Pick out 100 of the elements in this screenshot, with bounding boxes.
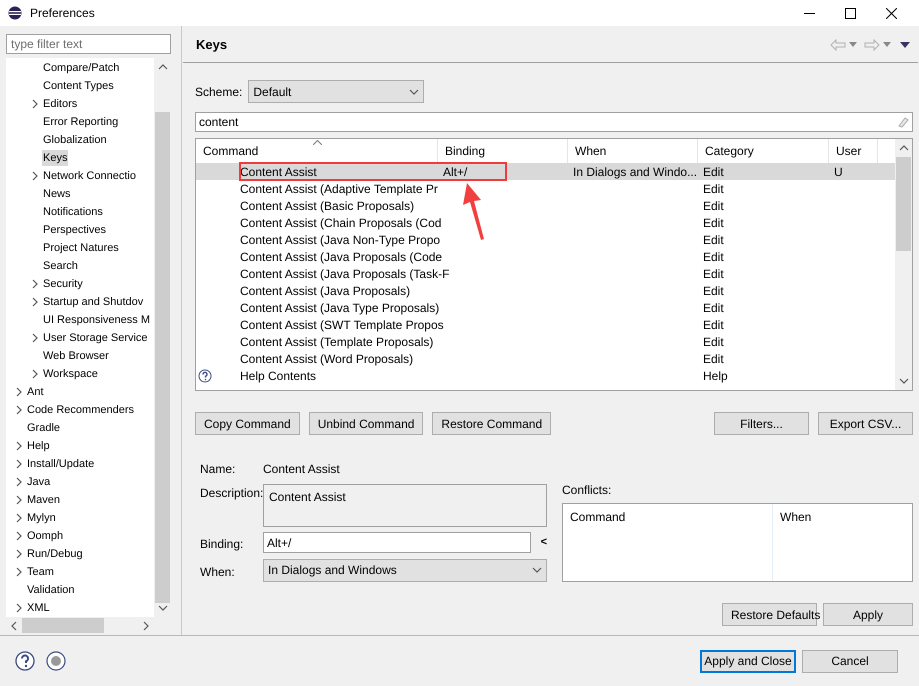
- table-row[interactable]: Content Assist (Java Proposals (Task-F Edit: [196, 265, 895, 282]
- button[interactable]: Restore Command: [432, 412, 552, 435]
- arrow-drawing: [461, 181, 487, 241]
- when-label: When:: [199, 564, 236, 580]
- tree-item[interactable]: Team: [26, 564, 55, 580]
- table-cell-text: Edit: [703, 300, 724, 316]
- tree-item[interactable]: XML: [26, 600, 51, 616]
- button[interactable]: Export CSV...: [818, 412, 913, 435]
- tree-item[interactable]: UI Responsiveness M: [42, 312, 151, 328]
- tree-item[interactable]: Validation: [26, 582, 76, 598]
- table-row[interactable]: Content Assist (Java Proposals (Code Edit: [196, 248, 895, 265]
- scheme-label: Scheme:: [195, 84, 242, 100]
- view-menu-icon[interactable]: [900, 42, 910, 48]
- dropdown-arrow-icon[interactable]: [849, 42, 857, 47]
- table-row[interactable]: Content Assist (Java Non-Type Propo Edit: [196, 231, 895, 248]
- table-cell-text: Edit: [703, 198, 724, 214]
- button[interactable]: Apply: [823, 603, 913, 626]
- tree-item[interactable]: Java: [26, 474, 52, 490]
- scrollbar-thumb[interactable]: [155, 112, 170, 604]
- tree-item[interactable]: Web Browser: [42, 348, 110, 364]
- tree-item[interactable]: User Storage Service: [42, 330, 149, 346]
- button[interactable]: Cancel: [802, 650, 898, 672]
- table-row[interactable]: Content Assist (Adaptive Template Pr Edit: [196, 180, 895, 197]
- binding-menu-button[interactable]: <: [540, 534, 547, 551]
- table-cell-text: Edit: [703, 334, 724, 350]
- tree-item[interactable]: Content Types: [42, 78, 115, 94]
- back-arrow-icon[interactable]: [830, 38, 846, 50]
- close-icon[interactable]: [886, 8, 897, 18]
- tree-item[interactable]: Install/Update: [26, 456, 96, 472]
- table-row[interactable]: Content Assist (SWT Template Propos Edit: [196, 316, 895, 333]
- column-header[interactable]: Command: [563, 504, 773, 581]
- help-icon: [198, 368, 212, 382]
- help-icon[interactable]: [15, 651, 35, 671]
- tree-item[interactable]: Network Connectio: [42, 168, 137, 184]
- column-header[interactable]: When: [773, 504, 818, 581]
- app-logo-icon: [8, 6, 22, 20]
- tree-item[interactable]: Compare/Patch: [42, 60, 120, 76]
- tree-item[interactable]: Notifications: [42, 204, 104, 220]
- window-title: Preferences: [30, 5, 95, 22]
- tree-item[interactable]: Code Recommenders: [26, 402, 135, 418]
- description-field[interactable]: Content Assist: [263, 484, 547, 526]
- button[interactable]: Copy Command: [195, 412, 300, 435]
- chevron-icon: [158, 62, 168, 72]
- scrollbar-thumb[interactable]: [22, 618, 104, 633]
- description-label: Description:: [199, 484, 263, 502]
- table-row[interactable]: Content Assist (Java Type Proposals) Edit: [196, 299, 895, 316]
- tree-item[interactable]: Gradle: [26, 420, 62, 436]
- forward-arrow-icon[interactable]: [864, 38, 880, 50]
- tree-item[interactable]: Workspace: [42, 366, 99, 382]
- tree-item[interactable]: Maven: [26, 492, 62, 508]
- table-row[interactable]: Content Assist (Word Proposals) Edit: [196, 350, 895, 367]
- record-icon[interactable]: [46, 651, 66, 671]
- tree-item[interactable]: Search: [42, 258, 79, 274]
- chevron-icon: [9, 620, 19, 630]
- button[interactable]: Filters...: [714, 412, 809, 435]
- table-row[interactable]: Content Assist (Java Proposals) Edit: [196, 282, 895, 299]
- table-row[interactable]: Content Assist (Template Proposals) Edit: [196, 333, 895, 350]
- table-cell-text: In Dialogs and Windo...: [573, 164, 698, 180]
- tree-item[interactable]: Editors: [42, 96, 78, 112]
- scrollbar-thumb[interactable]: [896, 157, 911, 251]
- table-cell-text: Content Assist (Java Proposals (Code: [239, 248, 442, 266]
- eraser-icon[interactable]: [897, 116, 909, 128]
- button[interactable]: Apply and Close: [700, 650, 796, 672]
- tree-item[interactable]: Project Natures: [42, 240, 120, 256]
- tree-item[interactable]: Security: [42, 276, 84, 292]
- table-row[interactable]: Content Assist Alt+/ In Dialogs and Windo... Edit U: [196, 163, 895, 180]
- tree-item[interactable]: Help: [26, 438, 51, 454]
- tree-item[interactable]: Error Reporting: [42, 114, 120, 130]
- scheme-dropdown[interactable]: Default: [248, 80, 424, 103]
- table-cell-text: Help: [703, 368, 728, 384]
- page-title: Keys: [196, 36, 228, 54]
- conflicts-label: Conflicts:: [562, 482, 612, 499]
- tree-item[interactable]: Mylyn: [26, 510, 57, 526]
- table-cell-text: Content Assist (Java Type Proposals): [239, 300, 440, 316]
- table-cell-text: Edit: [703, 282, 724, 300]
- tree-item[interactable]: Keys: [42, 150, 68, 166]
- table-cell-text: Content Assist (Template Proposals): [239, 334, 434, 350]
- tree-item[interactable]: Startup and Shutdov: [42, 294, 144, 310]
- scrollbar[interactable]: [895, 139, 912, 390]
- when-dropdown[interactable]: In Dialogs and Windows: [263, 558, 547, 582]
- tree-item[interactable]: News: [42, 186, 72, 202]
- binding-field[interactable]: Alt+/: [263, 532, 531, 553]
- table-row[interactable]: Content Assist (Chain Proposals (Cod Edit: [196, 214, 895, 231]
- table-cell-text: Edit: [703, 214, 724, 232]
- tree-item[interactable]: Globalization: [42, 132, 108, 148]
- tree-item[interactable]: Run/Debug: [26, 546, 84, 562]
- tree-item[interactable]: Ant: [26, 384, 45, 400]
- search-field[interactable]: content: [195, 112, 913, 132]
- maximize-icon[interactable]: [845, 8, 856, 18]
- tree-item[interactable]: Perspectives: [42, 222, 107, 238]
- button[interactable]: Unbind Command: [308, 412, 424, 435]
- table-cell-text: Content Assist (Java Proposals): [239, 282, 410, 300]
- table-row[interactable]: Help Contents Help: [196, 367, 895, 384]
- dropdown-arrow-icon[interactable]: [883, 42, 891, 47]
- table-cell-text: Edit: [703, 266, 724, 282]
- tree-item[interactable]: Oomph: [26, 528, 64, 544]
- table-row[interactable]: Content Assist (Basic Proposals) Edit: [196, 197, 895, 214]
- filter-field[interactable]: type filter text: [6, 34, 171, 54]
- table-cell-text: Edit: [703, 350, 724, 368]
- chevron-icon: [141, 620, 151, 630]
